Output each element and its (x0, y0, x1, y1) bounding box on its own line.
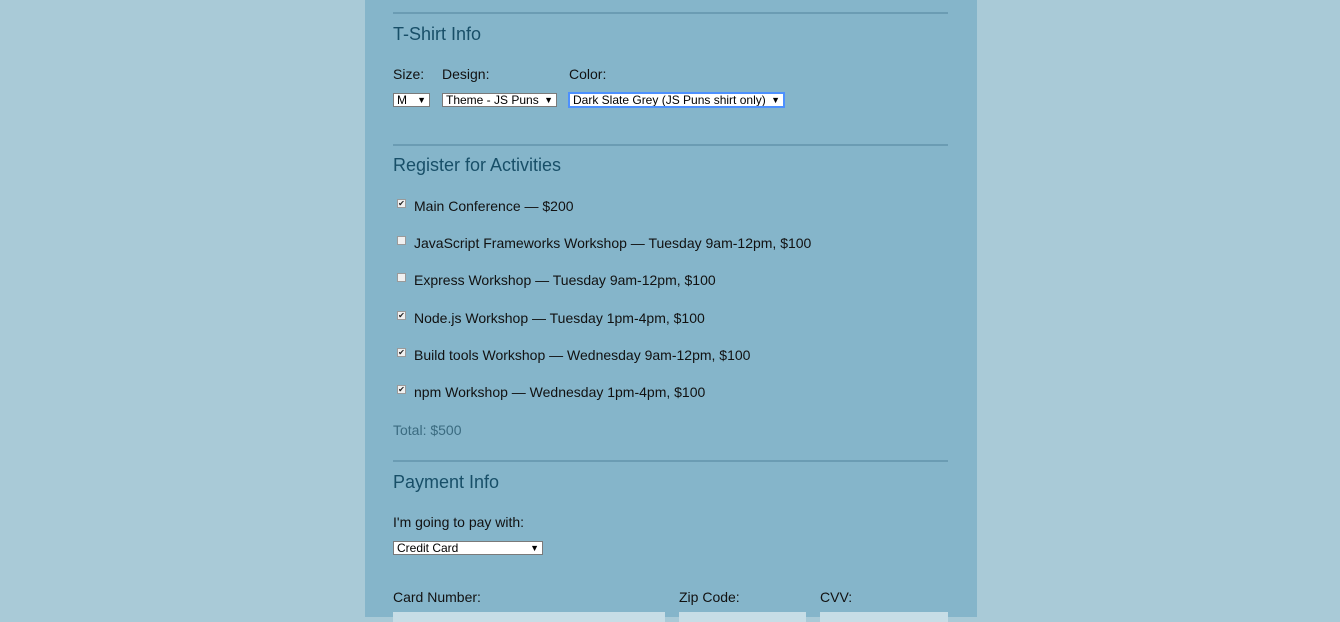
zip-code-input[interactable] (679, 612, 806, 622)
cvv-input[interactable] (820, 612, 948, 622)
checked-checkbox[interactable]: ✔ (397, 310, 406, 320)
registration-form-panel: T-Shirt Info Size: Design: Color: M ▼ Th… (365, 0, 977, 622)
design-select-value: Theme - JS Puns (446, 93, 539, 107)
cvv-label: CVV: (820, 589, 853, 605)
payment-method-select[interactable]: Credit Card ▼ (393, 541, 543, 555)
activity-item[interactable]: ✔ Node.js Workshop — Tuesday 1pm-4pm, $10… (397, 309, 705, 327)
unchecked-checkbox[interactable] (397, 272, 406, 282)
unchecked-checkbox[interactable] (397, 235, 406, 245)
section-divider (393, 144, 948, 146)
activity-item[interactable]: ✔ Build tools Workshop — Wednesday 9am-12… (397, 346, 750, 364)
payment-section-title: Payment Info (393, 472, 500, 492)
payment-method-value: Credit Card (397, 541, 459, 555)
card-number-input[interactable] (393, 612, 665, 622)
size-label: Size: (393, 66, 425, 82)
checked-checkbox[interactable]: ✔ (397, 198, 406, 208)
color-select[interactable]: Dark Slate Grey (JS Puns shirt only) ▼ (569, 93, 784, 107)
activities-section-title: Register for Activities (393, 155, 562, 175)
activity-label: npm Workshop — Wednesday 1pm-4pm, $100 (414, 384, 706, 400)
checked-checkbox[interactable]: ✔ (397, 384, 406, 394)
payment-method-label: I'm going to pay with: (393, 514, 525, 530)
tshirt-section-title: T-Shirt Info (393, 24, 482, 44)
activity-item[interactable]: ✔ Main Conference — $200 (397, 197, 574, 215)
zip-code-label: Zip Code: (679, 589, 740, 605)
chevron-down-icon: ▼ (771, 95, 780, 105)
chevron-down-icon: ▼ (417, 95, 426, 105)
activity-label: Node.js Workshop — Tuesday 1pm-4pm, $100 (414, 310, 705, 326)
section-divider (393, 460, 948, 462)
activity-item[interactable]: Express Workshop — Tuesday 9am-12pm, $10… (397, 271, 716, 289)
activity-item[interactable]: ✔ npm Workshop — Wednesday 1pm-4pm, $100 (397, 383, 705, 401)
activity-label: JavaScript Frameworks Workshop — Tuesday… (414, 235, 812, 251)
design-label: Design: (442, 66, 490, 82)
design-select[interactable]: Theme - JS Puns ▼ (442, 93, 557, 107)
card-number-label: Card Number: (393, 589, 481, 605)
color-label: Color: (569, 66, 607, 82)
section-divider (393, 12, 948, 14)
activity-label: Build tools Workshop — Wednesday 9am-12p… (414, 347, 751, 363)
activities-total: Total: $500 (393, 422, 462, 438)
size-select-value: M (397, 93, 407, 107)
checked-checkbox[interactable]: ✔ (397, 347, 406, 357)
chevron-down-icon: ▼ (544, 95, 553, 105)
color-select-value: Dark Slate Grey (JS Puns shirt only) (573, 93, 766, 107)
activity-label: Express Workshop — Tuesday 9am-12pm, $10… (414, 272, 716, 288)
size-select[interactable]: M ▼ (393, 93, 430, 107)
activity-item[interactable]: JavaScript Frameworks Workshop — Tuesday… (397, 234, 811, 252)
chevron-down-icon: ▼ (530, 543, 539, 553)
activity-label: Main Conference — $200 (414, 198, 574, 214)
